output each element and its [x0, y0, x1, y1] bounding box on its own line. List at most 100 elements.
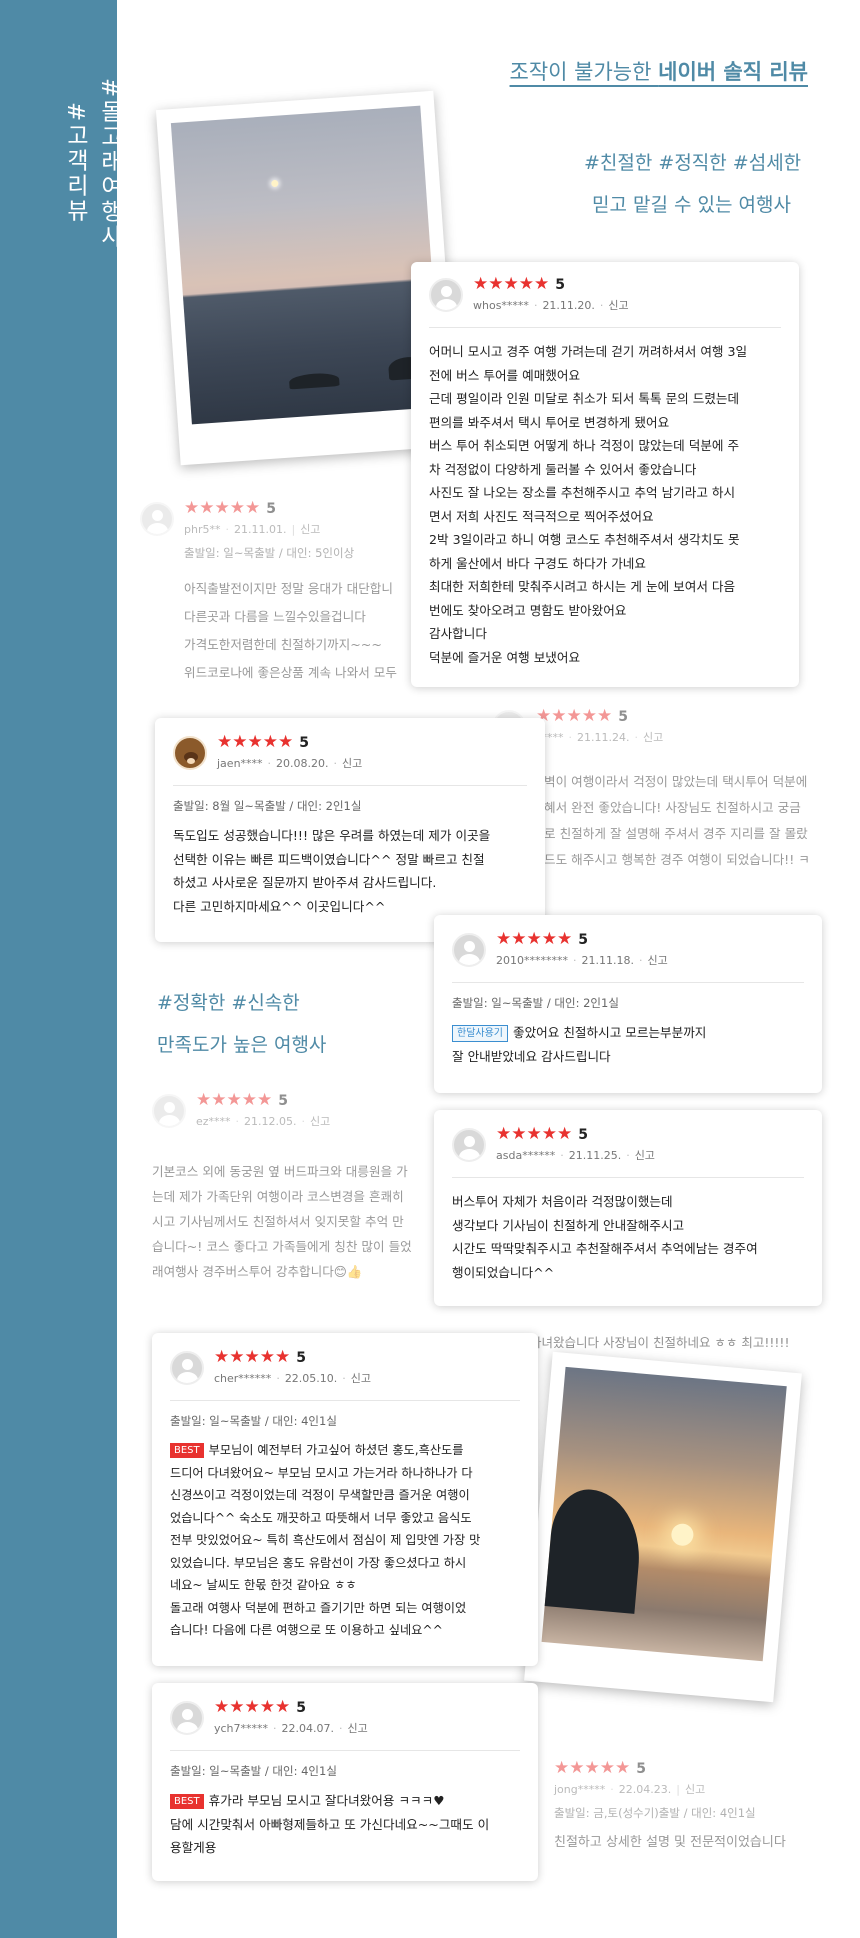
report-link[interactable]: 신고	[351, 1372, 371, 1385]
best-badge: BEST	[170, 1794, 204, 1809]
review-line: 전에 버스 투어를 예매했어요	[429, 367, 581, 383]
review-line: 시간도 딱딱맞춰주시고 추천잘해주셔서 추억에남는 경주여	[452, 1241, 758, 1256]
review-line: 사진도 잘 나오는 장소를 추천해주시고 추억 남기라고 하시	[429, 485, 736, 500]
review-faded-ez: ★★★★★ 5 ez**** · 21.12.05. · 신고 기본코스 외에 동궁원 옆…	[152, 1092, 447, 1284]
review-card-ych7: ★★★★★ 5 ych7***** · 22.04.07. · 신고 출발일: 일~목출발…	[152, 1683, 538, 1881]
review-line: 덕분에 즐거운 여행 보냈어요	[429, 649, 581, 665]
sunset-photo	[541, 1366, 787, 1662]
rating-score: 5	[618, 708, 628, 725]
report-link[interactable]: 신고	[608, 299, 628, 312]
review-line: 감사합니다	[429, 626, 487, 641]
sidebar-hashtags: #돌고래여행사 #고객리뷰	[58, 78, 126, 249]
star-rating: ★★★★★	[214, 1347, 291, 1367]
review-line: 하게 울산에서 바다 구경도 하다가 가네요	[429, 555, 646, 571]
review-header: ★★★★★ 5 jaen**** · 20.08.20. · 신고	[173, 734, 527, 771]
review-body: 한달사용기 좋았어요 친절하시고 모르는부분까지 잘 안내받았네요 감사드립니다	[452, 1021, 804, 1068]
rating-score: 5	[266, 500, 276, 517]
review-line: 차 걱정없이 다양하게 둘러볼 수 있어서 좋았습니다	[429, 461, 697, 477]
review-line: 어머니 모시고 경주 여행 가려는데 걷기 꺼려하셔서 여행 3일	[429, 344, 748, 359]
review-line: 는데 제가 가족단위 여행이라 코스변경을 흔쾌히	[152, 1189, 404, 1204]
avatar	[170, 1700, 204, 1735]
report-link[interactable]: 신고	[300, 523, 320, 536]
review-line: 드도 해주시고 행복한 경주 여행이 되었습니다!! ㅋ	[544, 852, 810, 867]
review-header: ★★★★★ 5 phr5** · 21.11.01. | 신고	[140, 500, 440, 537]
tagline-1-caption: 믿고 맡길 수 있는 여행사	[592, 194, 791, 216]
review-body: BEST 휴가라 부모님 모시고 잘다녀왔어용 ㅋㅋㅋ♥ 담에 시간맞춰서 아빠형…	[170, 1789, 520, 1860]
review-body: 친절하고 상세한 설명 및 전문적이었습니다	[554, 1831, 844, 1855]
review-line: 위드코로나에 좋은상품 계속 나와서 모두	[184, 665, 397, 680]
star-rating: ★★★★★	[196, 1092, 273, 1110]
report-link[interactable]: 신고	[310, 1115, 330, 1128]
review-line: 번에도 찾아오려고 명함도 받아왔어요	[429, 602, 627, 618]
review-line: 시고 기사님께서도 친절하셔서 잊지못할 추억 만	[152, 1214, 404, 1229]
divider	[452, 1177, 804, 1178]
review-faded-snippet: 다녀왔습니다 사장님이 친절하네요 ㅎㅎ 최고!!!!!	[530, 1335, 790, 1350]
sea-photo	[170, 105, 442, 425]
tagline-2-hashtags: #정확한 #신속한	[157, 992, 300, 1014]
rock-shape	[288, 372, 340, 390]
review-line: 습니다~! 코스 좋다고 가족들에게 칭찬 많이 들었	[152, 1239, 412, 1254]
tagline-2-caption: 만족도가 높은 여행사	[157, 1034, 327, 1056]
best-badge: BEST	[170, 1443, 204, 1458]
report-link[interactable]: 신고	[643, 731, 663, 744]
avatar	[452, 1127, 486, 1162]
review-card-asda: ★★★★★ 5 asda****** · 21.11.25. · 신고 버스투어 자체가 …	[434, 1110, 822, 1306]
title-prefix: 조작이 불가능한	[509, 60, 659, 84]
review-date: 20.08.20.	[276, 757, 329, 770]
review-date: 21.11.24.	[577, 731, 630, 744]
page-title: 조작이 불가능한 네이버 솔직 리뷰	[510, 56, 808, 86]
review-line: 었습니다^^ 숙소도 깨끗하고 따뜻해서 너무 좋았고 음식도	[170, 1510, 472, 1525]
star-rating: ★★★★★	[214, 1697, 291, 1717]
review-line: 독도입도 성공했습니다!!! 많은 우려를 하였는데 제가 이곳을	[173, 828, 491, 843]
report-link[interactable]: 신고	[635, 1149, 655, 1162]
review-line: 래여행사 경주버스투어 강추합니다😊👍	[152, 1264, 363, 1279]
reviewer-name: cher******	[214, 1372, 272, 1385]
review-line: 있었습니다. 부모님은 홍도 유람선이 가장 좋으셨다고 하시	[170, 1555, 467, 1570]
star-rating: ★★★★★	[554, 1758, 631, 1778]
divider	[170, 1750, 520, 1751]
divider	[429, 327, 781, 328]
report-link[interactable]: 신고	[342, 757, 362, 770]
review-line: 휴가라 부모님 모시고 잘다녀왔어용 ㅋㅋㅋ♥	[208, 1793, 445, 1808]
review-header: ★★★★★ 5 ez**** · 21.12.05. · 신고	[152, 1092, 447, 1129]
review-body: 어머니 모시고 경주 여행 가려는데 걷기 꺼려하셔서 여행 3일 전에 버스 …	[429, 340, 781, 669]
review-line: 드디어 다녀왔어요~ 부모님 모시고 가는거라 하나하나가 다	[170, 1465, 473, 1480]
review-line: 로 친절하게 잘 설명해 주셔서 경주 지리를 잘 몰랐	[544, 826, 808, 841]
reviewer-name: jaen****	[217, 757, 263, 770]
review-header: ★★★★★ 5 cher****** · 22.05.10. · 신고	[170, 1349, 520, 1386]
review-line: 친절하고 상세한 설명 및 전문적이었습니다	[554, 1835, 786, 1850]
review-line: 버스 투어 취소되면 어떻게 하나 걱정이 많았는데 덕분에 주	[429, 438, 740, 453]
reviewer-name: whos*****	[473, 299, 529, 312]
review-date: 21.12.05.	[244, 1115, 297, 1128]
reviewer-name: 2010********	[496, 954, 568, 967]
review-faded-jong: ★★★★★ 5 jong***** · 22.04.23. | 신고 출발일: 금,토(성…	[554, 1760, 844, 1855]
trip-info: 출발일: 일~목출발 / 대인: 4인1실	[170, 1764, 337, 1778]
reviewer-name: ez****	[196, 1115, 231, 1128]
review-body: 벽이 여행이라서 걱정이 많았는데 택시투어 덕분에 혜서 완전 좋았습니다! …	[544, 769, 832, 873]
review-line: 2박 3일이라고 하니 여행 코스도 추천해주셔서 생각치도 못	[429, 532, 740, 547]
review-card-whos: ★★★★★ 5 whos***** · 21.11.20. · 신고 어머니 모시고 경주…	[411, 262, 799, 687]
cliff-shape	[544, 1486, 645, 1614]
review-header: ★★★★★ 5 asda****** · 21.11.25. · 신고	[452, 1126, 804, 1163]
report-link[interactable]: 신고	[647, 954, 667, 967]
rating-score: 5	[578, 1126, 588, 1143]
review-body: 버스투어 자체가 처음이라 걱정많이했는데 생각보다 기사님이 친절하게 안내잘…	[452, 1190, 804, 1284]
review-line: 생각보다 기사님이 친절하게 안내잘해주시고	[452, 1217, 685, 1233]
avatar	[170, 1350, 204, 1385]
review-line: 벽이 여행이라서 걱정이 많았는데 택시투어 덕분에	[544, 774, 808, 789]
review-line: 습니다! 다음에 다른 여행으로 또 이용하고 싶네요^^	[170, 1623, 443, 1637]
rating-score: 5	[555, 276, 565, 293]
review-line: 아직출발전이지만 정말 응대가 대단합니	[184, 581, 393, 596]
report-link[interactable]: 신고	[348, 1722, 368, 1735]
divider	[173, 785, 527, 786]
trip-info: 출발일: 일~목출발 / 대인: 4인1실	[170, 1414, 337, 1428]
title-highlight: 네이버 솔직 리뷰	[658, 60, 808, 84]
report-link[interactable]: 신고	[685, 1783, 705, 1796]
review-line: 기본코스 외에 동궁원 옆 버드파크와 대릉원을 가	[152, 1164, 408, 1179]
review-date: 22.04.07.	[281, 1722, 335, 1735]
rating-score: 5	[278, 1092, 288, 1109]
sidebar: #돌고래여행사 #고객리뷰	[0, 0, 122, 1938]
divider	[170, 1400, 520, 1401]
rating-score: 5	[299, 734, 309, 751]
review-date: 22.04.23.	[618, 1783, 672, 1796]
